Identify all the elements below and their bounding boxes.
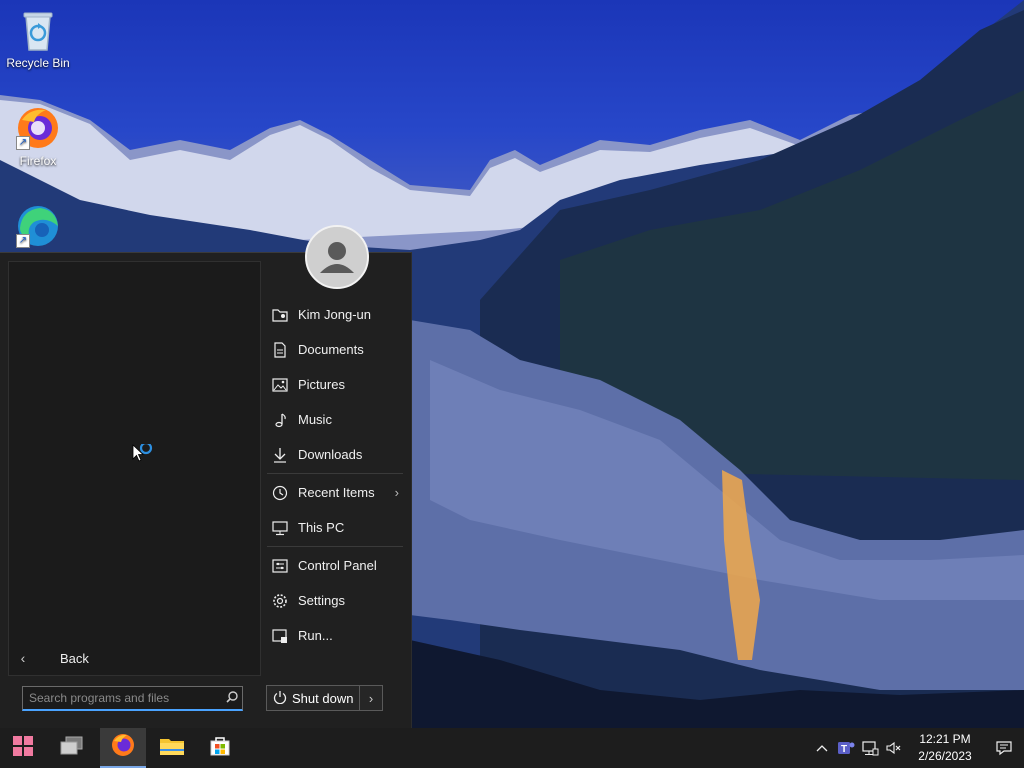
firefox-icon — [111, 733, 135, 762]
recycle-bin-icon — [16, 8, 60, 52]
places-list: Kim Jong-un Documents Pictures Music Dow… — [263, 297, 403, 653]
place-user-folder[interactable]: Kim Jong-un — [263, 297, 403, 332]
volume-muted-icon[interactable] — [882, 740, 906, 756]
desktop-icon-label: Firefox — [19, 154, 57, 168]
user-avatar[interactable] — [305, 225, 369, 289]
clock-icon — [263, 485, 297, 501]
search-box[interactable] — [22, 686, 243, 711]
place-label: Pictures — [298, 377, 345, 392]
start-button[interactable] — [0, 728, 46, 768]
place-label: Settings — [298, 593, 345, 608]
chevron-up-icon — [816, 745, 828, 752]
notification-icon — [996, 741, 1012, 756]
place-pictures[interactable]: Pictures — [263, 367, 403, 402]
place-label: Documents — [298, 342, 364, 357]
taskbar-store-button[interactable] — [197, 728, 243, 768]
taskbar-firefox-button[interactable] — [100, 728, 146, 768]
show-hidden-icons-button[interactable] — [810, 744, 834, 752]
firefox-icon: ↗ — [16, 106, 60, 150]
document-icon — [263, 341, 297, 358]
notification-center-button[interactable] — [984, 740, 1024, 756]
place-settings[interactable]: Settings — [263, 583, 403, 618]
place-music[interactable]: Music — [263, 402, 403, 437]
folder-icon — [159, 735, 185, 762]
network-icon[interactable] — [858, 740, 882, 756]
edge-icon: ↗ — [16, 204, 60, 248]
desktop-icon-edge[interactable]: ↗ — [0, 204, 76, 252]
place-label: Control Panel — [298, 558, 377, 573]
place-label: Recent Items — [298, 485, 375, 500]
place-label: Kim Jong-un — [298, 307, 371, 322]
clock[interactable]: 12:21 PM 2/26/2023 — [910, 731, 980, 765]
place-control-panel[interactable]: Control Panel — [263, 548, 403, 583]
shortcut-arrow-icon: ↗ — [16, 136, 30, 150]
picture-icon — [263, 377, 297, 393]
place-documents[interactable]: Documents — [263, 332, 403, 367]
store-bag-icon — [208, 734, 232, 763]
shutdown-options-button[interactable]: › — [359, 686, 382, 710]
chevron-right-icon: › — [368, 690, 374, 706]
desktop-icon-firefox[interactable]: ↗ Firefox — [0, 106, 76, 168]
task-view-icon — [59, 735, 85, 762]
place-recent-items[interactable]: Recent Items › — [263, 475, 403, 510]
back-button[interactable]: ‹ Back — [8, 643, 259, 673]
system-tray: T 12:21 PM 2/26/2023 — [810, 728, 1024, 768]
separator — [267, 473, 403, 474]
taskbar-file-explorer-button[interactable] — [149, 728, 195, 768]
teams-tray-icon[interactable]: T — [834, 740, 858, 756]
clock-time: 12:21 PM — [919, 732, 971, 746]
control-panel-icon — [263, 558, 297, 574]
back-label: Back — [60, 650, 89, 666]
place-run[interactable]: Run... — [263, 618, 403, 653]
clock-date: 2/26/2023 — [918, 749, 972, 763]
svg-text:T: T — [841, 744, 847, 755]
run-icon — [263, 628, 297, 644]
computer-icon — [263, 520, 297, 536]
shutdown-label: Shut down — [292, 690, 354, 706]
place-label: Downloads — [298, 447, 363, 462]
chevron-left-icon: ‹ — [20, 650, 26, 666]
place-downloads[interactable]: Downloads — [263, 437, 403, 472]
download-arrow-icon — [263, 447, 297, 463]
place-label: Music — [298, 412, 332, 427]
power-icon — [273, 690, 287, 707]
start-menu: ‹ Back Kim Jong-un Documents — [0, 225, 412, 729]
place-label: This PC — [298, 520, 345, 535]
taskbar: T 12:21 PM 2/26/2023 — [0, 728, 1024, 768]
chevron-right-icon: › — [394, 485, 399, 500]
search-icon — [222, 690, 242, 706]
place-label: Run... — [298, 628, 333, 643]
shortcut-arrow-icon: ↗ — [16, 234, 30, 248]
desktop-icon-label: Recycle Bin — [6, 56, 70, 70]
mouse-cursor-busy — [132, 441, 156, 471]
place-this-pc[interactable]: This PC — [263, 510, 403, 545]
gear-icon — [263, 593, 297, 609]
windows-logo-icon — [12, 735, 34, 762]
separator — [267, 546, 403, 547]
user-folder-icon — [263, 307, 297, 323]
task-view-button[interactable] — [49, 728, 95, 768]
desktop-icon-recycle-bin[interactable]: Recycle Bin — [0, 8, 76, 70]
search-input[interactable] — [23, 690, 222, 706]
music-note-icon — [263, 412, 297, 428]
shutdown-button[interactable]: Shut down — [267, 686, 359, 710]
shutdown-button-group: Shut down › — [266, 685, 383, 711]
